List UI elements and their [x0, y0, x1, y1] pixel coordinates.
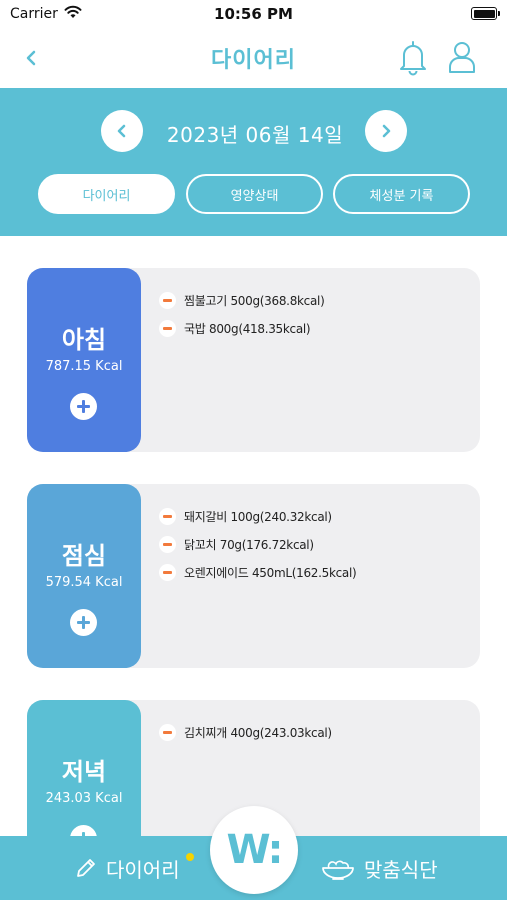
- food-label: 닭꼬치 70g(176.72kcal): [184, 537, 314, 552]
- tab-diary[interactable]: 다이어리: [38, 174, 175, 214]
- food-label: 김치찌개 400g(243.03kcal): [184, 725, 332, 740]
- remove-food-button[interactable]: [159, 291, 176, 309]
- food-label: 찜불고기 500g(368.8kcal): [184, 293, 325, 308]
- chevron-right-icon: [382, 124, 391, 138]
- nav-diary[interactable]: 다이어리: [74, 852, 180, 884]
- meal-name: 점심: [61, 542, 107, 570]
- remove-food-button[interactable]: [159, 535, 176, 553]
- user-icon: [449, 42, 475, 73]
- meal-header-breakfast[interactable]: 아침 787.15 Kcal: [27, 268, 141, 452]
- food-item: 오렌지에이드 450mL(162.5kcal): [159, 558, 469, 586]
- profile-button[interactable]: [445, 38, 479, 76]
- food-label: 국밥 800g(418.35kcal): [184, 321, 311, 336]
- food-item: 찜불고기 500g(368.8kcal): [159, 286, 469, 314]
- meal-kcal: 579.54 Kcal: [45, 575, 123, 590]
- tab-nutrition[interactable]: 영양상태: [186, 174, 323, 214]
- prev-date-button[interactable]: [101, 110, 143, 152]
- tab-body-composition[interactable]: 체성분 기록: [333, 174, 470, 214]
- meal-card-breakfast: 아침 787.15 Kcal 찜불고기 500g(368.8kcal) 국밥 8…: [27, 268, 480, 452]
- bowl-icon: [322, 860, 354, 880]
- current-date: 2023년 06월 14일: [166, 123, 344, 147]
- meal-header-lunch[interactable]: 점심 579.54 Kcal: [27, 484, 141, 668]
- next-date-button[interactable]: [365, 110, 407, 152]
- remove-food-button[interactable]: [159, 507, 176, 525]
- add-food-button[interactable]: [70, 393, 97, 420]
- food-item: 돼지갈비 100g(240.32kcal): [159, 502, 469, 530]
- status-bar: Carrier 10:56 PM: [0, 0, 507, 28]
- status-time: 10:56 PM: [214, 5, 293, 23]
- meal-card-lunch: 점심 579.54 Kcal 돼지갈비 100g(240.32kcal) 닭꼬치…: [27, 484, 480, 668]
- home-logo-button[interactable]: W:: [210, 806, 298, 894]
- food-list: 찜불고기 500g(368.8kcal) 국밥 800g(418.35kcal): [159, 286, 469, 342]
- food-item: 김치찌개 400g(243.03kcal): [159, 718, 469, 746]
- food-list: 돼지갈비 100g(240.32kcal) 닭꼬치 70g(176.72kcal…: [159, 502, 469, 586]
- food-label: 돼지갈비 100g(240.32kcal): [184, 509, 332, 524]
- battery-icon: [471, 7, 500, 20]
- remove-food-button[interactable]: [159, 563, 176, 581]
- add-food-button[interactable]: [70, 609, 97, 636]
- nav-custom-meal[interactable]: 맞춤식단: [320, 852, 438, 884]
- food-item: 국밥 800g(418.35kcal): [159, 314, 469, 342]
- food-item: 닭꼬치 70g(176.72kcal): [159, 530, 469, 558]
- meal-kcal: 787.15 Kcal: [45, 359, 123, 374]
- remove-food-button[interactable]: [159, 319, 176, 337]
- nav-diary-label: 다이어리: [106, 857, 180, 882]
- app-logo: W:: [226, 827, 284, 873]
- meal-name: 저녁: [61, 758, 107, 786]
- chevron-left-icon: [117, 124, 126, 138]
- food-list: 김치찌개 400g(243.03kcal): [159, 718, 469, 746]
- app-header: 다이어리: [0, 28, 507, 88]
- remove-food-button[interactable]: [159, 723, 176, 741]
- meal-name: 아침: [61, 326, 107, 354]
- pencil-icon: [77, 859, 95, 877]
- notification-dot: [186, 853, 194, 861]
- bell-icon: [400, 41, 426, 76]
- nav-custom-meal-label: 맞춤식단: [364, 857, 438, 882]
- food-label: 오렌지에이드 450mL(162.5kcal): [184, 565, 357, 580]
- date-band: 2023년 06월 14일 다이어리 영양상태 체성분 기록: [0, 88, 507, 236]
- page-title: 다이어리: [211, 48, 296, 73]
- meal-kcal: 243.03 Kcal: [45, 791, 123, 806]
- notification-button[interactable]: [396, 38, 430, 76]
